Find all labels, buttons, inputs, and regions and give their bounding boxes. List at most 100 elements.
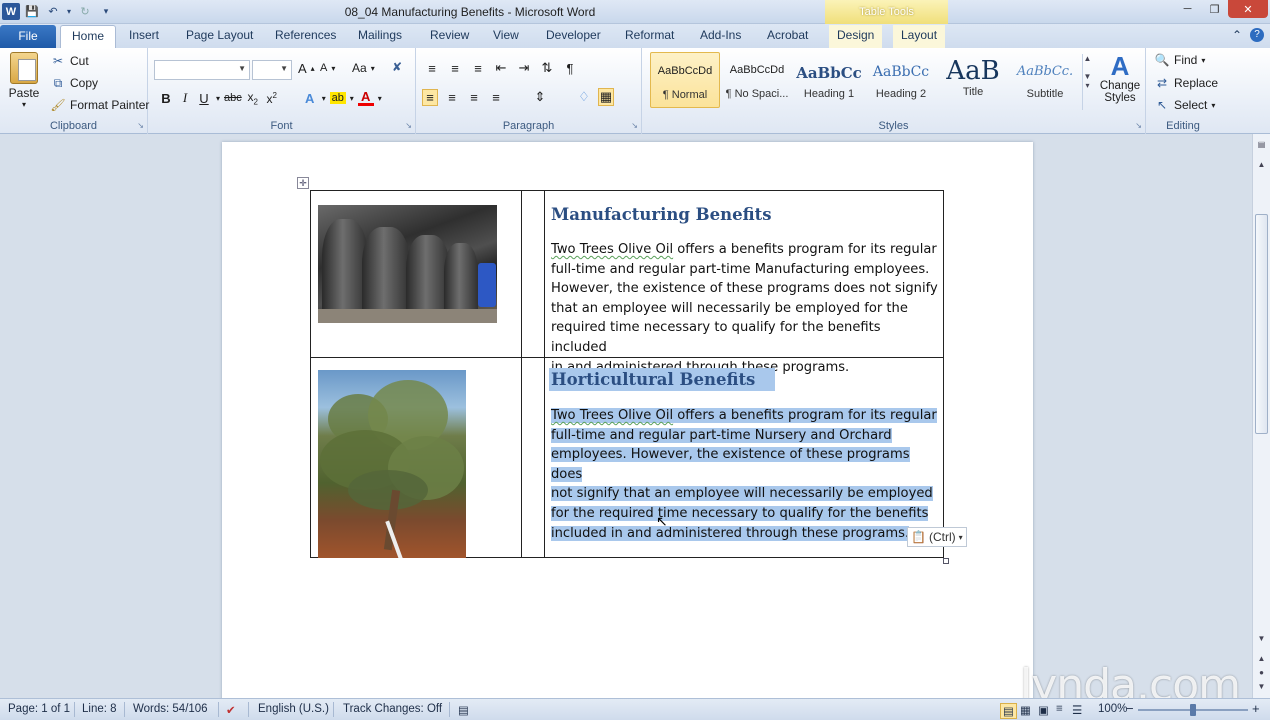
ruler-toggle-icon[interactable]: ▤ bbox=[1253, 140, 1270, 149]
macro-record-icon[interactable]: ▤ bbox=[458, 703, 469, 717]
show-marks-icon[interactable]: ¶ bbox=[562, 61, 578, 76]
highlight-icon[interactable]: ab bbox=[329, 92, 346, 105]
table-move-handle-icon[interactable]: ✛ bbox=[297, 177, 309, 189]
tab-page-layout[interactable]: Page Layout bbox=[186, 28, 253, 42]
tab-file[interactable]: File bbox=[0, 25, 56, 48]
font-size-input[interactable]: ▼ bbox=[252, 60, 292, 80]
grow-font-button[interactable]: A ▴ bbox=[298, 61, 315, 76]
status-line[interactable]: Line: 8 bbox=[82, 703, 117, 715]
minimize-ribbon-icon[interactable]: ⌃ bbox=[1232, 28, 1242, 42]
status-track-changes[interactable]: Track Changes: Off bbox=[343, 703, 442, 715]
tab-design[interactable]: Design bbox=[829, 25, 883, 48]
zoom-level[interactable]: 100% bbox=[1098, 703, 1127, 715]
close-button[interactable]: ✕ bbox=[1228, 0, 1268, 18]
chevron-down-icon[interactable]: ▾ bbox=[215, 94, 221, 103]
help-icon[interactable]: ? bbox=[1250, 28, 1264, 42]
copy-button[interactable]: ⧉ Copy bbox=[50, 75, 98, 91]
increase-indent-icon[interactable]: ⇥ bbox=[516, 60, 532, 76]
select-browse-object-icon[interactable]: ● bbox=[1253, 668, 1270, 677]
scroll-thumb[interactable] bbox=[1255, 214, 1268, 434]
font-name-input[interactable]: ▼ bbox=[154, 60, 250, 80]
tab-references[interactable]: References bbox=[275, 28, 336, 42]
zoom-in-icon[interactable]: + bbox=[1252, 701, 1260, 716]
bullets-icon[interactable]: ≡ bbox=[424, 61, 440, 76]
format-painter-button[interactable]: 🖌 Format Painter bbox=[50, 97, 149, 113]
tab-insert[interactable]: Insert bbox=[129, 28, 159, 42]
change-case-button[interactable]: Aa ▾ bbox=[352, 61, 375, 75]
status-page[interactable]: Page: 1 of 1 bbox=[8, 703, 70, 715]
numbering-icon[interactable]: ≡ bbox=[447, 61, 463, 76]
align-right-icon[interactable]: ≡ bbox=[466, 90, 482, 105]
styles-scroll[interactable]: ▲ ▼ ▾ bbox=[1082, 54, 1092, 110]
find-button[interactable]: 🔍 Find ▾ bbox=[1154, 52, 1206, 68]
clear-formatting-icon[interactable]: ✘ bbox=[392, 60, 402, 74]
chevron-down-icon[interactable]: ▾ bbox=[377, 94, 383, 103]
tab-mailings[interactable]: Mailings bbox=[358, 28, 402, 42]
zoom-slider-knob[interactable] bbox=[1190, 704, 1196, 716]
bold-button[interactable]: B bbox=[158, 91, 174, 106]
change-styles-button[interactable]: A Change Styles bbox=[1096, 52, 1144, 104]
olive-tree-image[interactable] bbox=[318, 370, 466, 558]
italic-button[interactable]: I bbox=[177, 90, 193, 106]
scroll-up-icon[interactable]: ▲ bbox=[1253, 160, 1270, 169]
strikethrough-button[interactable]: abc bbox=[224, 92, 242, 104]
outline-view-icon[interactable]: ≡ bbox=[1056, 703, 1063, 715]
dialog-launcher-icon[interactable]: ↘ bbox=[137, 121, 144, 130]
line-spacing-icon[interactable]: ⇕ bbox=[532, 89, 548, 105]
style-heading-1[interactable]: AaBbCc Heading 1 bbox=[794, 52, 864, 108]
draft-view-icon[interactable]: ☰ bbox=[1072, 703, 1082, 717]
replace-button[interactable]: ⇄ Replace bbox=[1154, 75, 1218, 91]
tab-view[interactable]: View bbox=[493, 28, 519, 42]
chevron-down-icon[interactable]: ▾ bbox=[349, 94, 355, 103]
sort-icon[interactable]: ⇅ bbox=[539, 60, 555, 76]
style-no-spacing[interactable]: AaBbCcDd ¶ No Spaci... bbox=[722, 52, 792, 108]
tab-layout[interactable]: Layout bbox=[893, 25, 946, 48]
style-heading-2[interactable]: AaBbCc Heading 2 bbox=[866, 52, 936, 108]
align-center-icon[interactable]: ≡ bbox=[444, 90, 460, 105]
paste-button[interactable]: Paste ▾ bbox=[6, 52, 42, 109]
subscript-button[interactable]: x2 bbox=[245, 90, 261, 106]
tab-home[interactable]: Home bbox=[60, 25, 117, 49]
tab-add-ins[interactable]: Add-Ins bbox=[700, 28, 741, 42]
tab-reformat[interactable]: Reformat bbox=[625, 28, 674, 42]
full-screen-view-icon[interactable]: ▦ bbox=[1020, 703, 1031, 717]
status-language[interactable]: English (U.S.) bbox=[258, 703, 329, 715]
tab-review[interactable]: Review bbox=[430, 28, 469, 42]
zoom-out-icon[interactable]: − bbox=[1126, 701, 1134, 716]
underline-button[interactable]: U bbox=[196, 91, 212, 106]
status-words[interactable]: Words: 54/106 bbox=[133, 703, 208, 715]
multilevel-list-icon[interactable]: ≡ bbox=[470, 61, 486, 76]
paste-options-button[interactable]: 📋 (Ctrl) ▾ bbox=[907, 527, 967, 547]
zoom-slider[interactable] bbox=[1138, 704, 1248, 716]
paragraph-horticultural[interactable]: Two Trees Olive Oil offers a benefits pr… bbox=[551, 406, 939, 543]
style-subtitle[interactable]: AaBbCc. Subtitle bbox=[1010, 52, 1080, 108]
font-color-icon[interactable]: A bbox=[357, 90, 374, 106]
scroll-down-icon[interactable]: ▼ bbox=[1253, 634, 1270, 643]
tab-developer[interactable]: Developer bbox=[546, 28, 601, 42]
dialog-launcher-icon[interactable]: ↘ bbox=[631, 121, 638, 130]
web-layout-view-icon[interactable]: ▣ bbox=[1038, 703, 1049, 717]
align-left-icon[interactable]: ≡ bbox=[422, 88, 438, 106]
minimize-button[interactable]: ─ bbox=[1174, 0, 1201, 18]
manufacturing-tanks-image[interactable] bbox=[318, 205, 497, 323]
tab-acrobat[interactable]: Acrobat bbox=[767, 28, 808, 42]
decrease-indent-icon[interactable]: ⇤ bbox=[493, 60, 509, 76]
heading-manufacturing-benefits[interactable]: Manufacturing Benefits bbox=[551, 205, 772, 224]
dialog-launcher-icon[interactable]: ↘ bbox=[405, 121, 412, 130]
previous-page-icon[interactable]: ▲ bbox=[1253, 654, 1270, 663]
print-layout-view-icon[interactable]: ▤ bbox=[1000, 703, 1017, 719]
next-page-icon[interactable]: ▼ bbox=[1253, 682, 1270, 691]
table-resize-handle[interactable] bbox=[943, 558, 949, 564]
chevron-down-icon[interactable]: ▾ bbox=[321, 94, 327, 103]
dialog-launcher-icon[interactable]: ↘ bbox=[1135, 121, 1142, 130]
shading-icon[interactable]: ♢ bbox=[576, 89, 592, 105]
shrink-font-button[interactable]: A ▾ bbox=[320, 62, 335, 74]
cut-button[interactable]: ✂ Cut bbox=[50, 53, 89, 69]
superscript-button[interactable]: x2 bbox=[264, 91, 280, 106]
proofing-icon[interactable]: ✔ bbox=[226, 703, 236, 717]
justify-icon[interactable]: ≡ bbox=[488, 90, 504, 105]
text-effects-icon[interactable]: A bbox=[302, 91, 318, 106]
heading-horticultural-benefits[interactable]: Horticultural Benefits bbox=[549, 368, 776, 391]
select-button[interactable]: ↖ Select ▾ bbox=[1154, 97, 1215, 113]
borders-icon[interactable]: ▦ bbox=[598, 88, 614, 106]
